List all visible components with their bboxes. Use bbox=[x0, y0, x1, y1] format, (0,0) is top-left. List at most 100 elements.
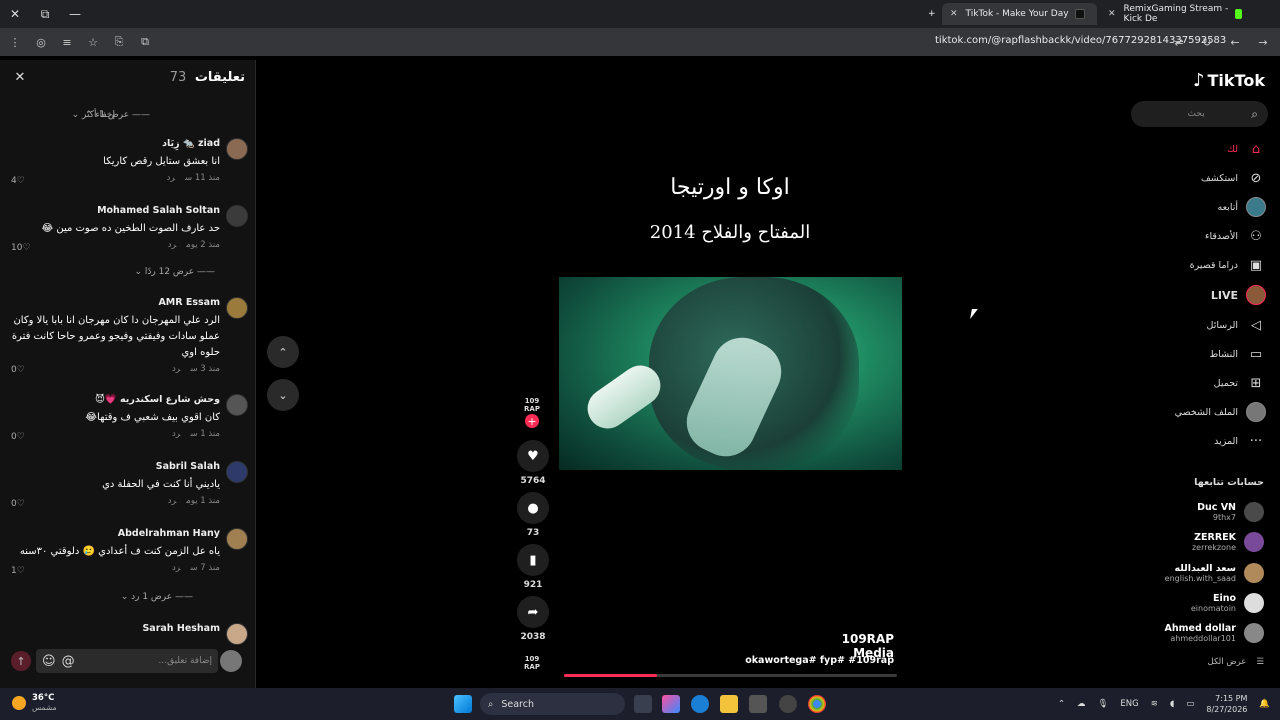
avatar[interactable] bbox=[226, 297, 248, 319]
sidebar-item-messages[interactable]: الرسائل ◁ bbox=[1140, 314, 1266, 336]
settings-icon[interactable] bbox=[779, 695, 797, 713]
comment-like[interactable]: 1♡ bbox=[11, 566, 25, 576]
tiktok-logo[interactable]: ♪ TikTok bbox=[1193, 70, 1265, 91]
start-icon[interactable] bbox=[454, 695, 472, 713]
comment-like[interactable]: 0♡ bbox=[11, 432, 25, 442]
reply-button[interactable]: رد bbox=[172, 563, 180, 573]
following-account[interactable]: Ahmed dollar ahmeddollar101 bbox=[1140, 620, 1264, 646]
microphone-icon[interactable]: 🎙 bbox=[1098, 699, 1109, 709]
tab-tiktok[interactable]: ✕ TikTok - Make Your Day bbox=[942, 3, 1097, 25]
comment-user[interactable]: ziad 🐀 زِيَاد bbox=[8, 138, 220, 149]
mention-icon[interactable]: @ bbox=[62, 654, 75, 669]
see-all-button[interactable]: عرض الكل ☰ bbox=[1150, 657, 1264, 667]
sidebar-item-friends[interactable]: الأصدقاء ⚇ bbox=[1140, 225, 1266, 247]
video-progress-bar[interactable] bbox=[564, 674, 897, 677]
menu-dots-icon[interactable]: ⋮ bbox=[4, 31, 26, 53]
chevron-up-icon[interactable]: ⌃ bbox=[1058, 699, 1065, 709]
extensions-icon[interactable]: ⧉ bbox=[134, 31, 156, 53]
save-button[interactable]: ▮ bbox=[517, 544, 549, 576]
avatar[interactable] bbox=[220, 650, 242, 672]
video-player[interactable] bbox=[559, 277, 902, 470]
sidebar-item-upload[interactable]: تحميل ⊞ bbox=[1140, 372, 1266, 394]
taskbar-search[interactable]: ⌕ Search bbox=[480, 693, 625, 715]
avatar[interactable] bbox=[226, 394, 248, 416]
new-tab-button[interactable]: + bbox=[920, 3, 944, 25]
battery-icon[interactable]: ▭ bbox=[1186, 699, 1194, 709]
chrome-icon[interactable] bbox=[808, 695, 826, 713]
avatar[interactable] bbox=[226, 138, 248, 160]
clock[interactable]: 7:15 PM 8/27/2026 bbox=[1206, 693, 1247, 715]
tab-search-icon[interactable]: ⧉ bbox=[30, 0, 60, 28]
store-icon[interactable] bbox=[749, 695, 767, 713]
share-button[interactable]: ➦ bbox=[517, 596, 549, 628]
avatar[interactable] bbox=[226, 205, 248, 227]
sidebar-item-profile[interactable]: الملف الشخصي bbox=[1140, 401, 1266, 423]
video-hashtags[interactable]: okawortega# fyp# #109rap bbox=[740, 655, 894, 666]
tab-close-icon[interactable]: ✕ bbox=[950, 9, 958, 19]
hide-replies[interactable]: إخفاء ⌃ bbox=[85, 110, 115, 120]
sidebar-item-following[interactable]: أتابعه bbox=[1140, 196, 1266, 218]
close-icon[interactable]: ✕ bbox=[10, 67, 30, 87]
following-account[interactable]: سعد العبدالله english.with_saad bbox=[1140, 560, 1264, 586]
forward-icon[interactable]: → bbox=[1252, 31, 1274, 53]
back-icon[interactable]: ← bbox=[1224, 31, 1246, 53]
sidebar-item-for-you[interactable]: لك ⌂ bbox=[1140, 138, 1266, 160]
comment-user[interactable]: Abdelrahman Hany bbox=[8, 528, 220, 539]
comment-user[interactable]: Sarah Hesham bbox=[8, 623, 220, 634]
sidebar-item-live[interactable]: LIVE bbox=[1140, 284, 1266, 306]
wifi-icon[interactable]: ≋ bbox=[1151, 699, 1158, 709]
reply-button[interactable]: رد bbox=[168, 240, 176, 250]
reply-button[interactable]: رد bbox=[172, 364, 180, 374]
profile-icon[interactable]: ◎ bbox=[30, 31, 52, 53]
tab-close-icon[interactable]: ✕ bbox=[1108, 9, 1116, 19]
author-avatar[interactable]: 109 RAP bbox=[521, 397, 543, 413]
install-app-icon[interactable]: ⎘ bbox=[108, 31, 130, 53]
comment-like[interactable]: 0♡ bbox=[11, 365, 25, 375]
tab-kick[interactable]: ✕ RemixGaming Stream - Kick De bbox=[1100, 3, 1250, 25]
bookmark-star-icon[interactable]: ☆ bbox=[82, 31, 104, 53]
following-account[interactable]: Duc VN 9thx7 bbox=[1140, 499, 1264, 525]
volume-icon[interactable]: ◖ bbox=[1170, 699, 1174, 709]
comment-like[interactable]: 0♡ bbox=[11, 499, 25, 509]
search-icon[interactable]: ⌕ bbox=[1251, 107, 1258, 122]
following-account[interactable]: ZERREK zerrekzone bbox=[1140, 529, 1264, 555]
comment-like[interactable]: 10♡ bbox=[11, 243, 31, 253]
comment-input[interactable]: إضافة تعليق... ☺ @ bbox=[36, 649, 218, 673]
comment-user[interactable]: Mohamed Salah Soltan bbox=[8, 205, 220, 216]
file-explorer-icon[interactable] bbox=[720, 695, 738, 713]
next-video-button[interactable]: ⌄ bbox=[267, 379, 299, 411]
reply-button[interactable]: رد bbox=[172, 429, 180, 439]
task-view-icon[interactable] bbox=[634, 695, 652, 713]
sidebar-item-more[interactable]: المزيد ··· bbox=[1140, 430, 1266, 452]
comment-button[interactable]: ● bbox=[517, 492, 549, 524]
weather-widget[interactable]: 36°C مشمس bbox=[12, 693, 57, 712]
send-button[interactable]: ↑ bbox=[11, 651, 31, 671]
notifications-icon[interactable]: 🔔 bbox=[1259, 699, 1270, 709]
avatar[interactable] bbox=[226, 528, 248, 550]
like-button[interactable]: ♥ bbox=[517, 440, 549, 472]
reply-button[interactable]: رد bbox=[167, 173, 175, 183]
network-icon[interactable]: ☁ bbox=[1077, 699, 1086, 709]
music-disc-avatar[interactable]: 109 RAP bbox=[521, 655, 543, 671]
comment-user[interactable]: AMR Essam bbox=[8, 297, 220, 308]
avatar[interactable] bbox=[226, 623, 248, 645]
reload-icon[interactable]: ↻ bbox=[1196, 31, 1218, 53]
following-account[interactable]: Eino einomatoin bbox=[1140, 590, 1264, 616]
view-replies[interactable]: —— عرض 1 رد ⌄ bbox=[121, 592, 193, 602]
follow-button[interactable]: + bbox=[525, 414, 539, 428]
view-replies[interactable]: —— عرض 12 ردًا ⌄ bbox=[134, 267, 215, 277]
sidebar-item-explore[interactable]: استكشف ⊘ bbox=[1140, 167, 1266, 189]
language-indicator[interactable]: ENG bbox=[1120, 699, 1138, 709]
reply-button[interactable]: رد bbox=[168, 496, 176, 506]
comment-user[interactable]: وحش شارع اسكندريه 💗😈 bbox=[8, 394, 220, 405]
previous-video-button[interactable]: ⌃ bbox=[267, 336, 299, 368]
comment-user[interactable]: Sabril Salah bbox=[8, 461, 220, 472]
sidebar-item-short-drama[interactable]: دراما قصيرة ▣ bbox=[1140, 254, 1266, 276]
site-settings-icon[interactable]: ⇌ bbox=[1168, 31, 1190, 53]
comment-like[interactable]: 4♡ bbox=[11, 176, 25, 186]
sidebar-item-activity[interactable]: النشاط ▭ bbox=[1140, 343, 1266, 365]
copilot-icon[interactable] bbox=[662, 695, 680, 713]
reading-list-icon[interactable]: ≡ bbox=[56, 31, 78, 53]
avatar[interactable] bbox=[226, 461, 248, 483]
search-input[interactable]: بحث ⌕ bbox=[1131, 101, 1268, 127]
